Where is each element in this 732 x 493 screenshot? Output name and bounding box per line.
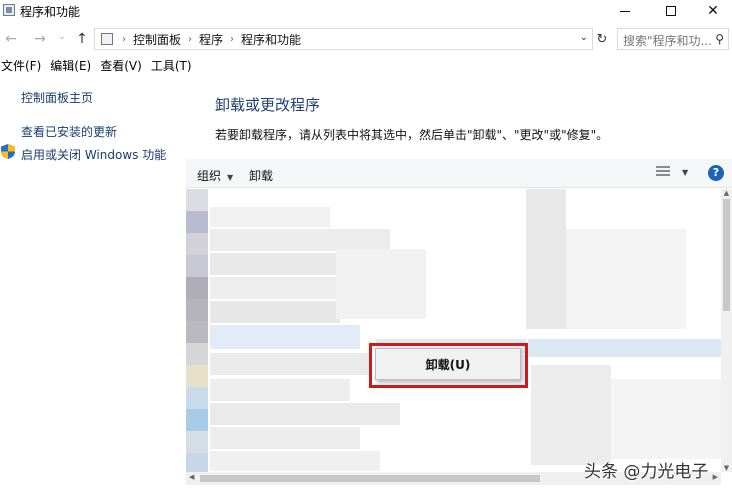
minimize-button[interactable] xyxy=(602,0,648,22)
vertical-scrollbar[interactable]: ▲ ▼ xyxy=(721,189,732,472)
minimize-icon xyxy=(620,10,630,12)
watermark-text: 头条 @力光电子 xyxy=(584,462,709,482)
left-pane: 控制面板主页 查看已安装的更新 启用或关闭 Windows 功能 xyxy=(0,76,186,493)
uninstall-toolbar-button[interactable]: 卸载 xyxy=(249,167,273,184)
program-list[interactable] xyxy=(186,189,721,472)
menu-view[interactable]: 查看(V) xyxy=(100,57,142,75)
address-row: ← → ⌄ ↑ › 控制面板 › 程序 › 程序和功能 ⌄ ↻ 搜索"程序和功.… xyxy=(0,27,732,53)
scroll-right-icon[interactable]: ▶ xyxy=(713,473,718,481)
control-panel-home-link[interactable]: 控制面板主页 xyxy=(21,89,93,106)
menu-bar: 文件(F) 编辑(E) 查看(V) 工具(T) xyxy=(0,57,201,75)
breadcrumb-separator: › xyxy=(188,33,193,45)
menu-file[interactable]: 文件(F) xyxy=(1,57,41,75)
installed-updates-link[interactable]: 查看已安装的更新 xyxy=(21,123,117,140)
breadcrumb-separator: › xyxy=(230,33,235,45)
view-options-chevron-icon[interactable]: ▼ xyxy=(682,168,688,177)
close-icon: ✕ xyxy=(707,3,719,19)
scroll-up-icon[interactable]: ▲ xyxy=(722,189,731,197)
help-button[interactable]: ? xyxy=(708,165,724,181)
control-panel-icon xyxy=(101,33,113,45)
scroll-down-icon[interactable]: ▼ xyxy=(722,464,731,472)
search-placeholder: 搜索"程序和功... xyxy=(623,34,712,48)
windows-features-link[interactable]: 启用或关闭 Windows 功能 xyxy=(21,146,166,163)
maximize-button[interactable] xyxy=(648,0,694,22)
page-description: 若要卸载程序，请从列表中将其选中，然后单击"卸载"、"更改"或"修复"。 xyxy=(215,128,609,142)
programs-features-icon xyxy=(3,4,15,16)
view-details-icon[interactable] xyxy=(656,166,670,180)
command-toolbar: 组织 ▼ 卸载 ▼ ? xyxy=(186,159,732,188)
menu-tools[interactable]: 工具(T) xyxy=(151,57,192,75)
scroll-left-icon[interactable]: ◀ xyxy=(189,473,194,481)
recent-locations-icon[interactable]: ⌄ xyxy=(54,32,70,42)
close-button[interactable]: ✕ xyxy=(694,0,732,22)
back-arrow-icon[interactable]: ← xyxy=(3,31,19,47)
breadcrumb-separator: › xyxy=(122,33,126,45)
search-input[interactable]: 搜索"程序和功... ⚲ xyxy=(617,28,729,50)
breadcrumb-programs[interactable]: 程序 xyxy=(199,31,223,48)
address-bar[interactable]: › 控制面板 › 程序 › 程序和功能 ⌄ xyxy=(94,28,593,50)
page-title: 卸载或更改程序 xyxy=(215,96,321,114)
organize-button[interactable]: 组织 ▼ xyxy=(197,167,233,184)
up-arrow-icon[interactable]: ↑ xyxy=(74,31,90,47)
title-bar: 程序和功能 ✕ xyxy=(0,0,732,22)
refresh-icon[interactable]: ↻ xyxy=(594,32,610,47)
breadcrumb-control-panel[interactable]: 控制面板 xyxy=(133,31,181,48)
horizontal-scroll-thumb[interactable] xyxy=(200,475,540,482)
menu-edit[interactable]: 编辑(E) xyxy=(50,57,91,75)
shield-icon xyxy=(1,144,15,159)
forward-arrow-icon[interactable]: → xyxy=(32,31,48,47)
breadcrumb-programs-features[interactable]: 程序和功能 xyxy=(241,31,301,48)
maximize-icon xyxy=(666,6,676,16)
address-dropdown-icon[interactable]: ⌄ xyxy=(580,32,588,43)
highlight-frame xyxy=(369,343,528,388)
chevron-down-icon: ▼ xyxy=(227,173,234,182)
organize-label: 组织 xyxy=(197,169,222,183)
vertical-scroll-thumb[interactable] xyxy=(723,199,730,311)
window-title: 程序和功能 xyxy=(20,5,81,19)
search-icon: ⚲ xyxy=(715,32,724,46)
